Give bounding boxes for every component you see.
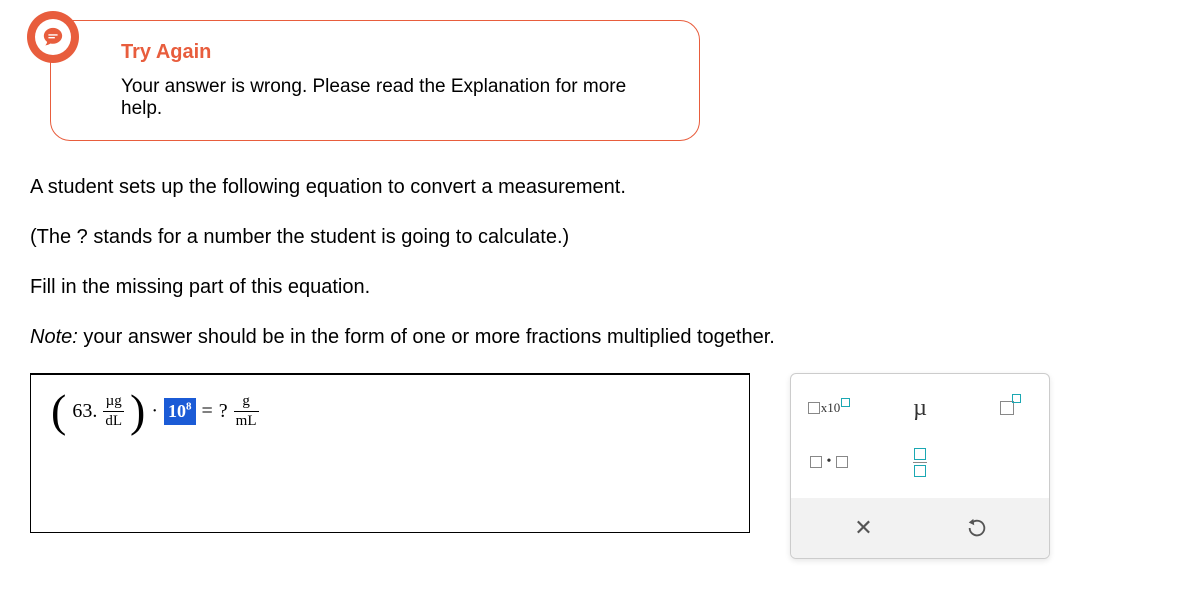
prompt-line-3: Fill in the missing part of this equatio… — [30, 271, 1170, 303]
unit2-num: g — [240, 393, 252, 410]
note-label: Note: — [30, 326, 78, 348]
palette-multiply-button[interactable]: • — [807, 444, 851, 480]
palette-fraction-button[interactable] — [898, 444, 942, 480]
palette-row-2: • — [807, 440, 1033, 484]
x10-label: x10 — [821, 400, 841, 416]
placeholder-box-icon — [808, 402, 820, 414]
work-row: ( 63. µg dL ) · 108 = ? g mL — [30, 373, 1170, 559]
close-icon: ✕ — [854, 515, 872, 541]
math-palette: x10 µ • ✕ — [790, 373, 1050, 559]
answer-box[interactable]: ( 63. µg dL ) · 108 = ? g mL — [30, 373, 750, 533]
unit2-den: mL — [234, 413, 259, 430]
unit1-num: µg — [104, 393, 124, 410]
coefficient: 63. — [72, 400, 97, 423]
palette-row-1: x10 µ — [807, 386, 1033, 430]
undo-icon — [966, 517, 988, 539]
palette-clear-button[interactable]: ✕ — [824, 510, 904, 546]
prompt-line-1: A student sets up the following equation… — [30, 171, 1170, 203]
equation: ( 63. µg dL ) · 108 = ? g mL — [51, 393, 259, 430]
rhs-placeholder: ? — [219, 400, 228, 423]
multiply-dot: · — [151, 400, 158, 423]
input-exponent: 8 — [186, 400, 192, 412]
placeholder-box-icon — [836, 456, 848, 468]
input-base: 10 — [168, 401, 186, 421]
base-box-icon — [1000, 401, 1014, 415]
exponent-box-icon — [841, 398, 850, 407]
feedback-box: Try Again Your answer is wrong. Please r… — [50, 20, 700, 141]
palette-superscript-button[interactable] — [989, 390, 1033, 426]
chat-bubble-icon — [35, 19, 71, 55]
palette-bottom-row: ✕ — [791, 498, 1049, 558]
feedback-icon — [27, 11, 79, 63]
mu-label: µ — [913, 395, 927, 422]
sup-box-icon — [1012, 394, 1021, 403]
close-paren: ) — [130, 393, 145, 430]
fraction-bar — [234, 411, 259, 412]
prompt-line-2: (The ? stands for a number the student i… — [30, 221, 1170, 253]
unit-fraction-1: µg dL — [103, 393, 124, 429]
palette-spacer — [989, 444, 1033, 480]
note-text: your answer should be in the form of one… — [78, 326, 775, 348]
feedback-title: Try Again — [121, 41, 669, 64]
prompt-note: Note: your answer should be in the form … — [30, 321, 1170, 353]
feedback-message: Your answer is wrong. Please read the Ex… — [121, 76, 669, 120]
open-paren: ( — [51, 393, 66, 430]
unit-fraction-2: g mL — [234, 393, 259, 429]
student-input[interactable]: 108 — [164, 398, 196, 425]
mult-dot: • — [827, 454, 832, 470]
placeholder-box-icon — [810, 456, 822, 468]
palette-reset-button[interactable] — [937, 510, 1017, 546]
fraction-bar — [103, 411, 124, 412]
unit1-den: dL — [103, 413, 124, 430]
palette-x10-button[interactable]: x10 — [807, 390, 851, 426]
equals: = — [202, 400, 213, 423]
palette-mu-button[interactable]: µ — [898, 390, 942, 426]
fraction-icon — [913, 448, 927, 477]
